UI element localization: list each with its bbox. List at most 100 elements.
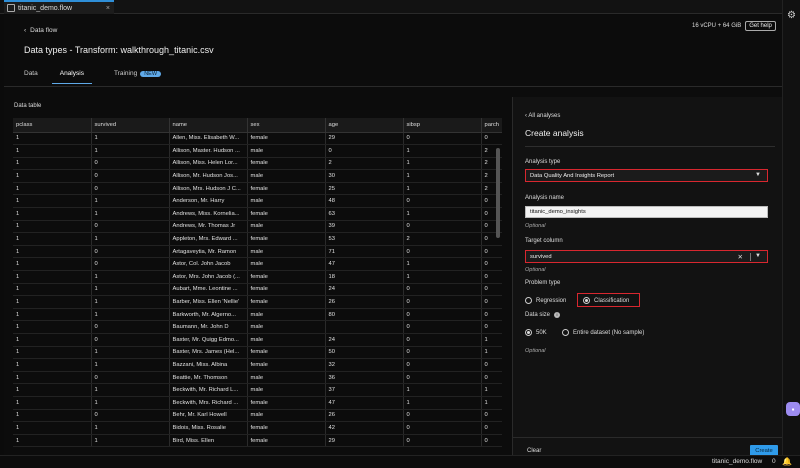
table-cell: 1 xyxy=(91,207,170,221)
table-cell: 0 xyxy=(403,333,482,347)
table-cell: Andrews, Miss. Kornelia... xyxy=(169,207,248,221)
column-header-sibsp[interactable]: sibsp xyxy=(403,118,482,133)
table-cell: male xyxy=(247,245,326,259)
bell-icon[interactable]: 🔔 xyxy=(782,457,792,466)
column-header-pclass[interactable]: pclass xyxy=(13,118,92,133)
table-cell: 1 xyxy=(403,257,482,272)
table-cell: 0 xyxy=(91,320,170,334)
column-header-parch[interactable]: parch xyxy=(481,118,502,133)
table-cell: Baumann, Mr. John D xyxy=(169,320,248,334)
table-cell: 0 xyxy=(91,245,170,259)
table-cell: 26 xyxy=(325,295,404,309)
regression-radio[interactable]: Regression xyxy=(525,297,566,304)
analysis-name-label: Analysis name xyxy=(525,195,565,201)
column-header-name[interactable]: name xyxy=(169,118,248,133)
table-cell: 1 xyxy=(13,383,92,397)
table-cell: 1 xyxy=(91,144,170,158)
table-cell: 0 xyxy=(403,409,482,423)
table-cell: male xyxy=(247,333,326,347)
table-cell: 48 xyxy=(325,194,404,209)
table-row: 1 1 Appleton, Mrs. Edward ... female 53 2 0 xyxy=(13,232,502,246)
table-cell: 1 xyxy=(13,207,92,221)
table-row: 1 0 Astor, Col. John Jacob male 47 1 0 xyxy=(13,257,502,272)
tab-analysis[interactable]: Analysis xyxy=(51,70,92,84)
table-cell: Barkworth, Mr. Algerno... xyxy=(169,308,248,322)
table-cell: 1 xyxy=(91,396,170,410)
table-scrollbar[interactable] xyxy=(496,148,500,238)
table-cell: Aubart, Mme. Leontine ... xyxy=(169,283,248,297)
get-help-button[interactable]: Get help xyxy=(745,21,776,31)
table-row: 1 1 Astor, Mrs. John Jacob (... female 18 1 0 xyxy=(13,270,502,284)
table-row: 1 1 Barkworth, Mr. Algerno... male 80 0 0 xyxy=(13,308,502,322)
tab-data[interactable]: Data xyxy=(24,70,38,84)
table-cell: female xyxy=(247,182,326,196)
table-cell: Astor, Col. John Jacob xyxy=(169,257,248,272)
table-cell: 1 xyxy=(403,383,482,397)
all-analyses-label: All analyses xyxy=(528,113,561,119)
table-cell: 1 xyxy=(481,333,502,347)
table-cell: Beckwith, Mrs. Richard ... xyxy=(169,396,248,410)
table-row: 1 0 Andrews, Mr. Thomas Jr male 39 0 0 xyxy=(13,220,502,234)
table-cell: 0 xyxy=(481,132,502,146)
data-size-label: Data size i xyxy=(525,312,561,318)
back-link-label: Data flow xyxy=(30,27,58,34)
size-full-radio[interactable]: Entire dataset (No sample) xyxy=(562,329,644,336)
radio-icon xyxy=(525,297,532,304)
caret-down-icon: ▼ xyxy=(755,253,761,259)
tab-training-label: Training xyxy=(113,70,138,77)
column-header-age[interactable]: age xyxy=(325,118,404,133)
table-cell: 1 xyxy=(403,270,482,284)
table-cell: 0 xyxy=(481,295,502,309)
table-cell: male xyxy=(247,257,326,272)
clear-button[interactable]: Clear xyxy=(527,448,541,454)
regression-label: Regression xyxy=(536,297,567,304)
table-cell: 1 xyxy=(91,283,170,297)
table-cell: 0 xyxy=(481,371,502,385)
all-analyses-link[interactable]: ‹ All analyses xyxy=(525,113,560,119)
table-cell: 0 xyxy=(403,371,482,385)
new-badge: NEW xyxy=(140,71,162,77)
table-cell: 1 xyxy=(91,434,170,448)
table-cell: 1 xyxy=(403,169,482,183)
analysis-name-optional: Optional xyxy=(525,223,546,229)
table-cell: female xyxy=(247,270,326,284)
app-window: titanic_demo.flow × ‹ Data flow Data typ… xyxy=(0,0,800,468)
back-to-data-flow-link[interactable]: ‹ Data flow xyxy=(24,27,57,34)
table-cell: 1 xyxy=(91,346,170,360)
table-row: 1 1 Baxter, Mrs. James (Hel... female 50 0 1 xyxy=(13,346,502,360)
gear-icon[interactable]: ⚙ xyxy=(787,10,796,21)
chevron-left-icon: ‹ xyxy=(24,27,27,34)
table-cell: 1 xyxy=(13,333,92,347)
table-cell: 0 xyxy=(481,270,502,284)
table-cell: 0 xyxy=(403,320,482,334)
table-cell: Anderson, Mr. Harry xyxy=(169,194,248,209)
clear-icon[interactable]: ✕ xyxy=(738,253,743,261)
table-cell: 29 xyxy=(325,132,404,146)
table-cell: Allen, Miss. Elisabeth W... xyxy=(169,132,248,146)
table-cell: female xyxy=(247,207,326,221)
close-icon[interactable]: × xyxy=(106,5,110,12)
table-cell: female xyxy=(247,421,326,435)
table-cell: 42 xyxy=(325,421,404,435)
info-icon[interactable]: i xyxy=(554,312,561,318)
tab-titanic-demo-flow[interactable]: titanic_demo.flow × xyxy=(4,0,114,14)
column-header-sex[interactable]: sex xyxy=(247,118,326,133)
table-cell: Behr, Mr. Karl Howell xyxy=(169,409,248,423)
table-cell: female xyxy=(247,396,326,410)
table-cell: 1 xyxy=(13,232,92,246)
table-row: 1 0 Baxter, Mr. Quigg Edmo... male 24 0 1 xyxy=(13,333,502,347)
target-column-select[interactable]: survived ✕ ▼ xyxy=(525,250,768,263)
table-cell: female xyxy=(247,132,326,146)
size-50k-radio[interactable]: 50K xyxy=(525,329,547,336)
data-wrangler-main: ‹ Data flow Data types - Transform: walk… xyxy=(4,15,787,468)
table-cell: 0 xyxy=(91,220,170,234)
table-cell: female xyxy=(247,232,326,246)
tab-training[interactable]: Training NEW xyxy=(113,70,162,84)
analysis-name-input[interactable]: titanic_demo_insights xyxy=(525,206,768,218)
chat-icon[interactable]: ▪ xyxy=(786,402,800,416)
table-cell: 47 xyxy=(325,257,404,272)
analysis-type-select[interactable]: Data Quality And Insights Report ▼ xyxy=(525,169,768,182)
table-row: 1 0 Artagaveytia, Mr. Ramon male 71 0 0 xyxy=(13,245,502,259)
column-header-survived[interactable]: survived xyxy=(91,118,170,133)
table-cell: 0 xyxy=(325,144,404,158)
